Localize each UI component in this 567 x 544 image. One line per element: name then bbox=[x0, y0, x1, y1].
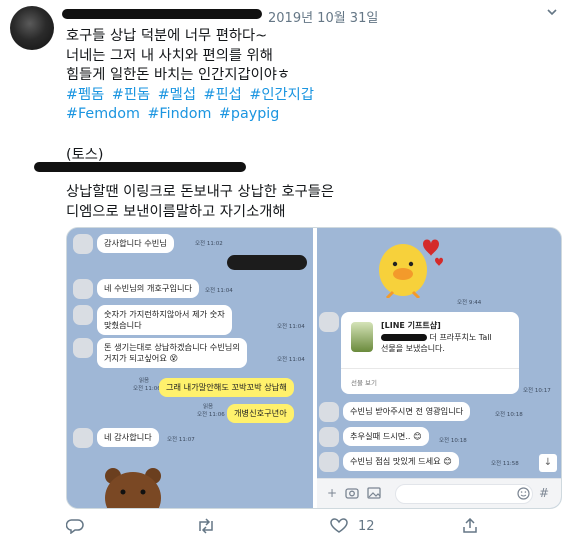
message-input[interactable] bbox=[395, 484, 533, 504]
quote-line-2: 디엠으로 보낸이름말하고 자기소개해 bbox=[66, 204, 286, 220]
view-gift-button[interactable]: 선물 보기 bbox=[341, 368, 519, 395]
like-count: 12 bbox=[358, 518, 375, 534]
retweet-button[interactable] bbox=[196, 518, 216, 534]
share-button[interactable] bbox=[462, 518, 478, 534]
chat-time: 오전 11:07 bbox=[167, 437, 195, 443]
chat-time: 오전 11:04 bbox=[277, 357, 305, 363]
share-icon bbox=[463, 518, 477, 533]
hashtag-link[interactable]: #핀섭 bbox=[204, 87, 242, 103]
chat-time: 오전 10:18 bbox=[439, 438, 467, 444]
scroll-down-icon[interactable]: ↓ bbox=[539, 454, 557, 472]
my-chat-bubble: 개병신호구년아 bbox=[227, 404, 294, 423]
toss-label: (토스) bbox=[66, 147, 104, 163]
tweet-body: 호구들 상납 덕분에 너무 편하다~ 너네는 그저 내 사치와 편의를 위해 힘… bbox=[66, 27, 317, 125]
reply-icon bbox=[66, 519, 84, 534]
bubble-line: 숫자가 가지런하지않아서 제가 숫자 bbox=[104, 309, 225, 319]
chat-pane-left: 감사합니다 수빈님 오전 11:02 네 수빈님의 개호구입니다 오전 11:0… bbox=[67, 228, 313, 508]
author-avatar[interactable] bbox=[10, 6, 54, 50]
contact-avatar bbox=[319, 452, 339, 472]
tweet-actions: 12 bbox=[0, 514, 567, 540]
caret-down-icon[interactable] bbox=[545, 5, 559, 19]
like-icon bbox=[330, 518, 348, 533]
bubble-line: 거지가 되고싶어요 😵 bbox=[104, 353, 179, 363]
hashtag-link[interactable]: #Femdom bbox=[66, 106, 140, 122]
chat-time: 오전 11:06 bbox=[133, 386, 161, 392]
chat-time: 오전 11:58 bbox=[491, 461, 519, 467]
contact-avatar bbox=[73, 305, 93, 325]
quote-line-1: 상납할땐 이링크로 돈보내구 상납한 호구들은 bbox=[66, 184, 335, 200]
gift-card[interactable]: [LINE 기프트샵] 더 프라푸치노 Tall 선물을 보냈습니다. 선물 보… bbox=[341, 312, 519, 394]
emoji-icon: 😊 bbox=[443, 456, 452, 466]
contact-avatar bbox=[73, 428, 93, 448]
emoji-icon: 😊 bbox=[413, 431, 422, 441]
chat-bubble: 수빈님 점심 맛있게 드세요 😊 bbox=[343, 452, 459, 471]
redacted-text bbox=[381, 334, 427, 341]
like-button[interactable]: 12 bbox=[330, 518, 375, 534]
hashtag-row-2: #Femdom #Findom #paypig bbox=[66, 105, 317, 125]
gift-title: [LINE 기프트샵] bbox=[381, 321, 441, 330]
chat-pane-right: 오전 9:44 [LINE 기프트샵] 더 프라푸치노 Tall 선물을 보냈습… bbox=[317, 228, 561, 508]
bubble-line: 돈 생기는대로 상납하겠습니다 수빈님의 bbox=[104, 342, 240, 352]
gift-line: 더 프라푸치노 Tall bbox=[381, 332, 492, 343]
chat-time: 오전 11:04 bbox=[205, 288, 233, 294]
hashtag-row-1: #펨돔 #핀돔 #멜섭 #핀섭 #인간지갑 bbox=[66, 86, 317, 106]
hashtag-link[interactable]: #핀돔 bbox=[112, 87, 150, 103]
read-mark: 읽음 bbox=[139, 378, 150, 384]
emoji-icon[interactable] bbox=[517, 487, 530, 500]
tweet-line-2: 너네는 그저 내 사치와 편의를 위해 bbox=[66, 47, 273, 64]
attached-chat-image[interactable]: 감사합니다 수빈님 오전 11:02 네 수빈님의 개호구입니다 오전 11:0… bbox=[66, 227, 562, 509]
bear-sticker-icon bbox=[105, 468, 161, 508]
camera-icon[interactable] bbox=[345, 487, 359, 499]
quote-text: 상납할땐 이링크로 돈보내구 상납한 호구들은 디엠으로 보낸이름말하고 자기소… bbox=[66, 182, 334, 222]
hashtag-link[interactable]: #인간지갑 bbox=[249, 87, 314, 103]
chat-input-bar: + # bbox=[317, 478, 561, 508]
chat-time: 오전 11:06 bbox=[197, 412, 225, 418]
contact-avatar bbox=[319, 427, 339, 447]
read-mark: 읽음 bbox=[203, 404, 214, 410]
hashtag-link[interactable]: #Findom bbox=[147, 106, 211, 122]
redacted-name bbox=[227, 255, 307, 270]
chat-bubble: 네 감사합니다 bbox=[97, 428, 159, 447]
chat-bubble: 네 수빈님의 개호구입니다 bbox=[97, 279, 200, 298]
drink-image bbox=[351, 322, 373, 352]
chat-time: 오전 10:18 bbox=[495, 412, 523, 418]
chat-time: 오전 10:17 bbox=[523, 388, 551, 394]
bubble-line: 맞췄습니다 bbox=[104, 320, 142, 330]
tweet-line-3: 힘들게 일한돈 바치는 인간지갑이야ㅎ bbox=[66, 67, 291, 84]
contact-avatar bbox=[73, 234, 93, 254]
chat-bubble: 감사합니다 수빈님 bbox=[97, 234, 174, 253]
hash-icon[interactable]: # bbox=[539, 487, 549, 499]
reply-button[interactable] bbox=[66, 518, 84, 534]
tweet-date[interactable]: 2019년 10월 31일 bbox=[268, 7, 378, 26]
link-redacted bbox=[34, 162, 246, 172]
hashtag-link[interactable]: #멜섭 bbox=[158, 87, 196, 103]
hashtag-link[interactable]: #paypig bbox=[219, 106, 279, 122]
contact-avatar bbox=[319, 402, 339, 422]
chat-bubble: 돈 생기는대로 상납하겠습니다 수빈님의 거지가 되고싶어요 😵 bbox=[97, 338, 247, 368]
emoji-icon: 😵 bbox=[169, 353, 179, 363]
contact-avatar bbox=[319, 312, 339, 332]
my-chat-bubble: 그래 내가말안해도 꼬박꼬박 상납해 bbox=[159, 378, 294, 397]
chat-time: 오전 11:04 bbox=[277, 324, 305, 330]
chat-bubble: 수빈님 받아주시면 전 영광입니다 bbox=[343, 402, 471, 421]
chat-bubble: 추우실때 드시면.. 😊 bbox=[343, 427, 429, 446]
plus-icon[interactable]: + bbox=[327, 487, 337, 499]
contact-avatar bbox=[73, 279, 93, 299]
chat-time: 오전 11:02 bbox=[195, 241, 223, 247]
retweet-icon bbox=[199, 518, 213, 534]
gift-line: 선물을 보냈습니다. bbox=[381, 344, 445, 353]
chat-bubble: 숫자가 가지런하지않아서 제가 숫자 맞췄습니다 bbox=[97, 305, 232, 335]
contact-avatar bbox=[73, 338, 93, 358]
image-icon[interactable] bbox=[367, 487, 381, 499]
author-name-redacted[interactable] bbox=[62, 9, 262, 19]
hashtag-link[interactable]: #펨돔 bbox=[66, 87, 104, 103]
chick-sticker-icon bbox=[379, 239, 443, 298]
chat-time: 오전 9:44 bbox=[457, 300, 482, 306]
tweet-line-1: 호구들 상납 덕분에 너무 편하다~ bbox=[66, 28, 268, 44]
